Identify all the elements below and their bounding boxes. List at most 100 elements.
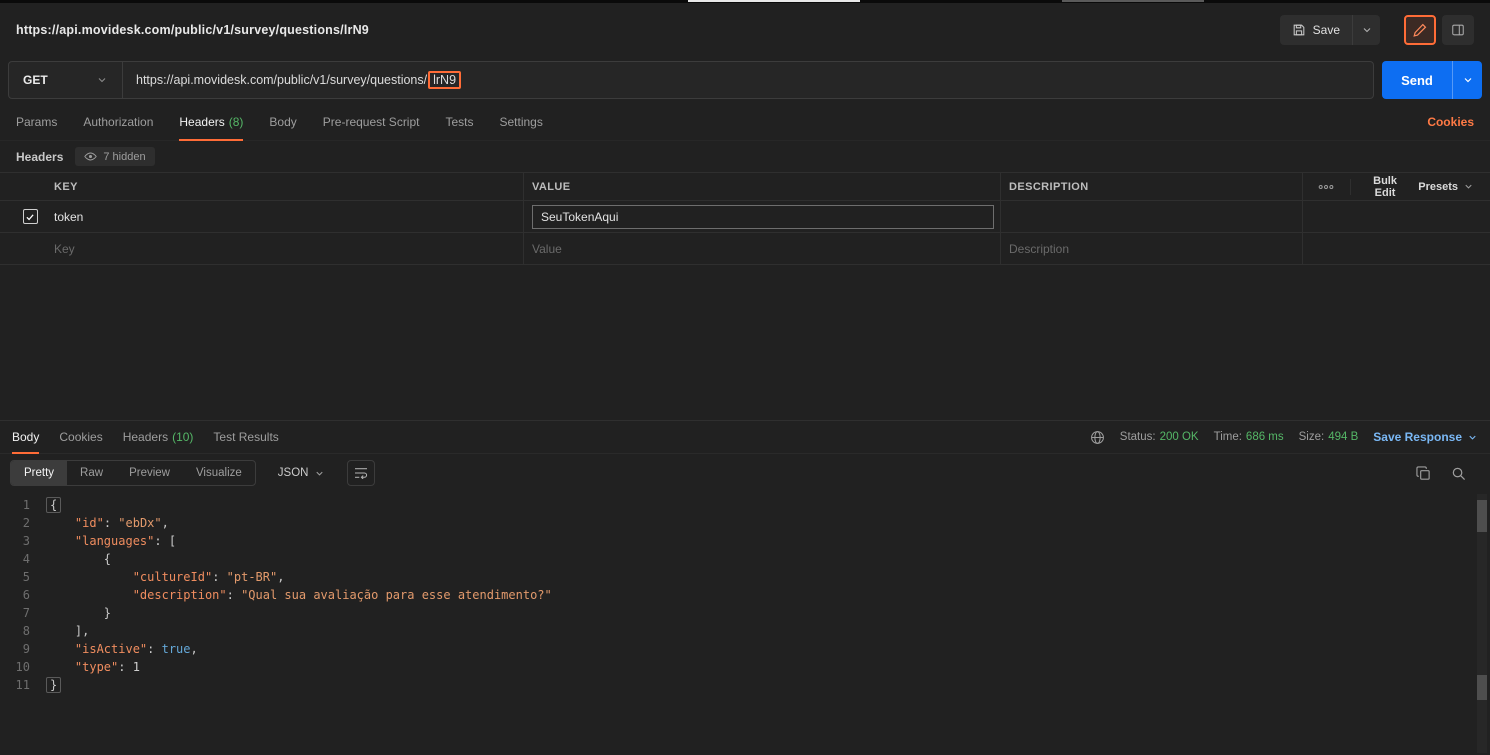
- key-value: token: [54, 209, 84, 224]
- status-badge: Status: 200 OK: [1120, 431, 1199, 443]
- line-number: 3: [22, 534, 30, 548]
- send-button[interactable]: Send: [1382, 61, 1452, 99]
- description-column-header: DESCRIPTION: [1000, 173, 1302, 200]
- save-icon: [1292, 23, 1306, 37]
- tab-authorization[interactable]: Authorization: [83, 104, 153, 140]
- response-tab-headers[interactable]: Headers (10): [123, 421, 194, 453]
- response-body-code[interactable]: 1{2 "id": "ebDx", 3 "languages": [4 {5 "c…: [0, 492, 1490, 755]
- tab-label: Headers: [122, 430, 169, 444]
- method-label: GET: [23, 73, 48, 87]
- format-dropdown[interactable]: JSON: [268, 460, 336, 486]
- tab-pre-request-script[interactable]: Pre-request Script: [323, 104, 420, 140]
- send-options-button[interactable]: [1452, 61, 1482, 99]
- save-response-dropdown[interactable]: Save Response: [1373, 430, 1478, 444]
- scrollbar-thumb[interactable]: [1477, 675, 1487, 700]
- empty-area: [0, 265, 1490, 420]
- line-number: 6: [22, 588, 30, 602]
- tab-label: Tests: [445, 115, 474, 129]
- view-visualize-button[interactable]: Visualize: [183, 461, 255, 485]
- bulk-edit-button[interactable]: Bulk Edit: [1358, 175, 1412, 199]
- search-icon: [1451, 466, 1466, 481]
- code-text: "type": 1: [74, 660, 140, 674]
- save-options-button[interactable]: [1352, 14, 1380, 45]
- code-text: }: [46, 676, 62, 694]
- response-view-toolbar: Pretty Raw Preview Visualize JSON: [0, 454, 1490, 492]
- line-number: 9: [22, 642, 30, 656]
- size-label: Size:: [1298, 431, 1325, 443]
- presets-dropdown[interactable]: Presets: [1412, 181, 1480, 193]
- postman-app: https://api.movidesk.com/public/v1/surve…: [0, 0, 1490, 755]
- request-url-row: GET https://api.movidesk.com/public/v1/s…: [0, 56, 1490, 104]
- edit-button[interactable]: [1404, 14, 1436, 45]
- request-tabs: Params Authorization Headers (8) Body Pr…: [0, 104, 1490, 141]
- response-tab-test-results[interactable]: Test Results: [213, 421, 278, 453]
- scrollbar-track[interactable]: [1477, 494, 1487, 753]
- eye-icon: [84, 150, 98, 163]
- tab-count: (10): [172, 430, 194, 444]
- headers-table: KEY VALUE DESCRIPTION Bulk Edit Presets: [0, 172, 1490, 265]
- response-tab-cookies[interactable]: Cookies: [59, 421, 102, 453]
- hidden-headers-toggle[interactable]: 7 hidden: [75, 147, 155, 166]
- table-row: token SeuTokenAqui: [0, 201, 1490, 233]
- tab-headers[interactable]: Headers (8): [179, 104, 244, 141]
- chevron-down-icon: [1462, 74, 1474, 86]
- tab-tests[interactable]: Tests: [445, 104, 473, 140]
- cookies-link[interactable]: Cookies: [1427, 115, 1474, 129]
- more-options-icon[interactable]: [1309, 178, 1343, 196]
- tab-params[interactable]: Params: [16, 104, 57, 140]
- value-placeholder: Value: [532, 241, 562, 256]
- view-pretty-button[interactable]: Pretty: [11, 461, 68, 485]
- code-line: 6 "description": "Qual sua avaliação par…: [0, 586, 1490, 604]
- status-value: 200 OK: [1159, 431, 1199, 443]
- time-label: Time:: [1213, 431, 1242, 443]
- request-title: https://api.movidesk.com/public/v1/surve…: [16, 22, 369, 37]
- code-line: 2 "id": "ebDx",: [0, 514, 1490, 532]
- code-text: "languages": [: [74, 534, 177, 548]
- line-number: 7: [22, 606, 30, 620]
- copy-button[interactable]: [1416, 465, 1431, 481]
- line-number: 11: [15, 678, 30, 692]
- description-cell[interactable]: [1000, 201, 1302, 232]
- tab-label: Body: [269, 115, 297, 129]
- size-value: 494 B: [1328, 431, 1359, 443]
- view-raw-button[interactable]: Raw: [67, 461, 116, 485]
- url-input[interactable]: https://api.movidesk.com/public/v1/surve…: [123, 62, 474, 98]
- comments-button[interactable]: [1442, 14, 1474, 45]
- network-icon[interactable]: [1090, 430, 1105, 445]
- time-value: 686 ms: [1245, 431, 1284, 443]
- edit-comment-group: [1404, 14, 1474, 45]
- code-line: 9 "isActive": true,: [0, 640, 1490, 658]
- response-tab-body[interactable]: Body: [12, 421, 40, 454]
- view-preview-button[interactable]: Preview: [116, 461, 183, 485]
- scrollbar-thumb[interactable]: [1477, 500, 1487, 532]
- chevron-down-icon: [314, 468, 325, 479]
- headers-section-title: Headers: [16, 149, 64, 164]
- tab-label: Test Results: [213, 430, 279, 444]
- value-cell[interactable]: SeuTokenAqui: [523, 201, 1000, 232]
- method-dropdown[interactable]: GET: [9, 62, 123, 98]
- row-checkbox[interactable]: [22, 209, 38, 224]
- value-cell[interactable]: Value: [523, 233, 1000, 264]
- line-number: 4: [22, 552, 30, 566]
- row-checkbox-cell: [0, 201, 46, 232]
- code-line: 5 "cultureId": "pt-BR",: [0, 568, 1490, 586]
- request-titlebar: https://api.movidesk.com/public/v1/surve…: [0, 3, 1490, 56]
- tab-settings[interactable]: Settings: [500, 104, 543, 140]
- key-cell[interactable]: token: [46, 201, 523, 232]
- send-button-group: Send: [1382, 61, 1482, 99]
- response-meta: Status: 200 OK Time: 686 ms Size: 494 B …: [1090, 421, 1478, 453]
- key-cell[interactable]: Key: [46, 233, 523, 264]
- description-cell[interactable]: Description: [1000, 233, 1302, 264]
- headers-section-header: Headers 7 hidden: [0, 141, 1490, 172]
- save-label: Save: [1312, 22, 1340, 37]
- wrap-lines-button[interactable]: [347, 460, 376, 486]
- save-button[interactable]: Save: [1280, 15, 1352, 45]
- tab-body[interactable]: Body: [269, 104, 296, 140]
- status-label: Status:: [1119, 431, 1156, 443]
- headers-table-header: KEY VALUE DESCRIPTION Bulk Edit Presets: [0, 173, 1490, 201]
- search-button[interactable]: [1451, 466, 1466, 481]
- chevron-down-icon: [1463, 181, 1474, 192]
- code-text: "id": "ebDx",: [74, 516, 169, 530]
- value-input[interactable]: SeuTokenAqui: [532, 204, 994, 229]
- code-text: {: [103, 552, 112, 566]
